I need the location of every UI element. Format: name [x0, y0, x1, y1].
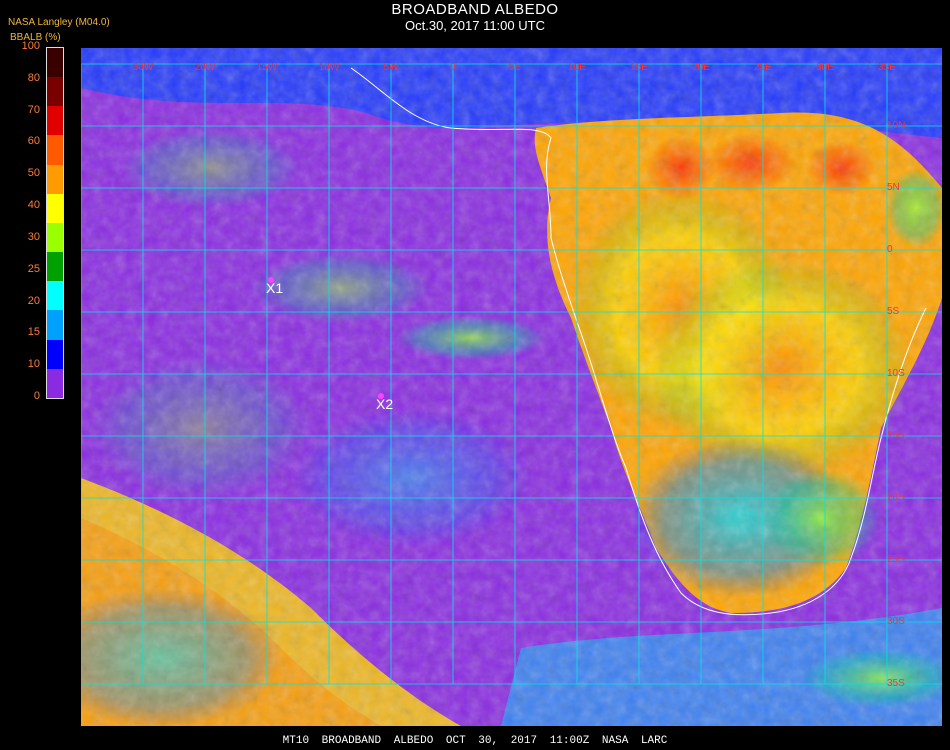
- map-datetime: Oct.30, 2017 11:00 UTC: [405, 18, 545, 33]
- legend-swatch: [47, 77, 63, 107]
- legend-swatch: [47, 310, 63, 340]
- legend-swatch: [47, 193, 63, 223]
- legend-swatch: [47, 281, 63, 311]
- longitude-label: 15W: [257, 62, 278, 73]
- legend-tick-label: 100: [21, 40, 40, 52]
- latitude-label: 5S: [887, 306, 900, 317]
- legend-tick-label: 60: [27, 135, 40, 148]
- longitude-label: 35E: [878, 62, 896, 73]
- legend-swatch: [47, 368, 63, 398]
- latitude-label: 30S: [887, 616, 905, 627]
- latitude-label: 0: [887, 244, 893, 255]
- legend-tick-label: 10: [27, 358, 40, 371]
- legend-tick-label: 30: [27, 230, 40, 243]
- legend-tick-label: 25: [27, 262, 40, 275]
- marker-label: X2: [376, 396, 393, 412]
- longitude-label: 10W: [319, 62, 340, 73]
- longitude-label: 10E: [568, 62, 586, 73]
- longitude-label: 25E: [754, 62, 772, 73]
- latitude-label: 10S: [887, 368, 905, 379]
- longitude-label: 5E: [509, 62, 522, 73]
- legend-tick-label: 50: [27, 167, 40, 180]
- legend-tick-label: 15: [27, 326, 40, 339]
- latitude-label: 20S: [887, 492, 905, 503]
- latitude-label: 25S: [887, 554, 905, 565]
- marker-label: X1: [266, 280, 283, 296]
- legend-swatch: [47, 222, 63, 253]
- legend-swatch: [47, 252, 63, 282]
- legend-swatch: [47, 135, 63, 165]
- longitude-label: 0: [450, 62, 456, 73]
- latitude-label: 5N: [887, 182, 900, 193]
- legend-tick-label: 80: [27, 71, 40, 84]
- longitude-label: 5W: [384, 62, 400, 73]
- data-source-label: NASA Langley (M04.0): [8, 17, 110, 28]
- legend-swatch: [47, 106, 63, 136]
- longitude-label: 30W: [133, 62, 154, 73]
- legend-swatch: [47, 164, 63, 194]
- longitude-label: 15E: [630, 62, 648, 73]
- color-scale-legend: [46, 47, 64, 399]
- longitude-label: 20W: [195, 62, 216, 73]
- legend-tick-label: 40: [27, 199, 40, 212]
- latitude-label: 15S: [887, 430, 905, 441]
- latitude-label: 35S: [887, 678, 905, 689]
- legend-tick-label: 20: [27, 294, 40, 307]
- legend-tick-label: 0: [33, 390, 40, 402]
- albedo-map: 30W 20W 15W 10W 5W 0 5E 10E 15E 20E 25E 30E 35E 10N 5…: [81, 48, 942, 726]
- legend-swatch: [47, 48, 63, 78]
- longitude-label: 20E: [692, 62, 710, 73]
- map-title: BROADBAND ALBEDO: [391, 1, 559, 18]
- cloud-texture: [81, 48, 942, 726]
- legend-tick-label: 70: [27, 103, 40, 116]
- footer-caption: MT10 BROADBAND ALBEDO OCT 30, 2017 11:00…: [282, 735, 668, 747]
- longitude-label: 30E: [816, 62, 834, 73]
- latitude-label: 10N: [887, 120, 905, 131]
- legend-swatch: [47, 339, 63, 369]
